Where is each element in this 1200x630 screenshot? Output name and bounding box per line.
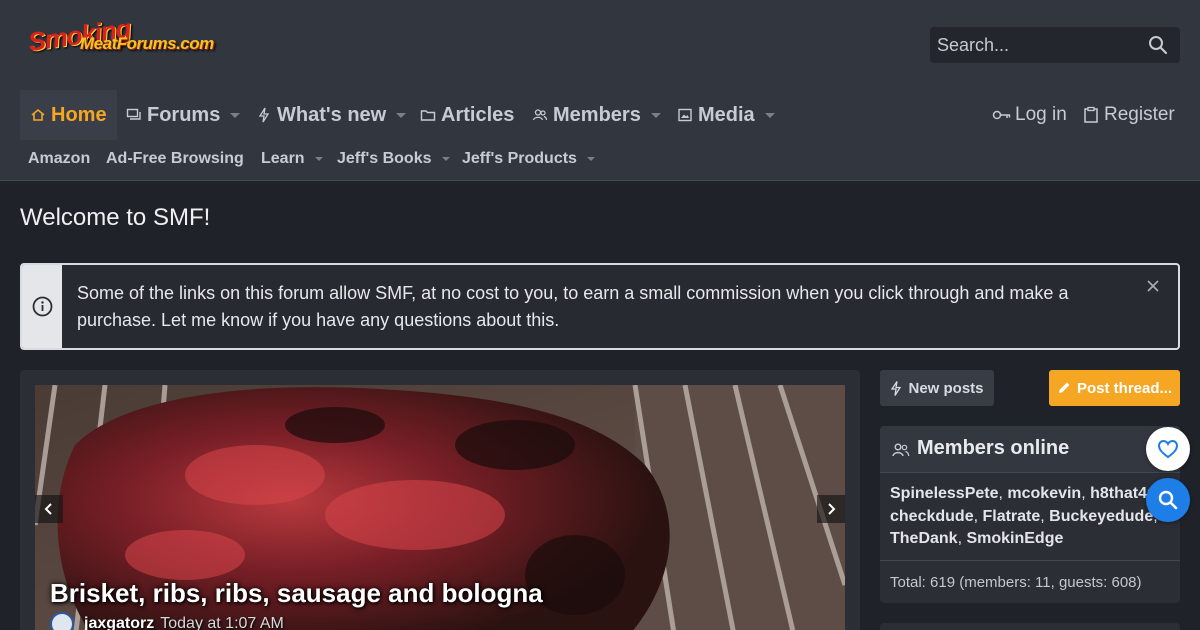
chevron-right-icon [828, 503, 836, 515]
nav-members-label: Members [553, 103, 641, 126]
sub-nav: Amazon Ad-Free Browsing Learn Jeff's Boo… [0, 140, 1200, 181]
chevron-down-icon[interactable] [650, 112, 661, 118]
chevron-down-icon[interactable] [586, 157, 595, 161]
members-online-total: Total: 619 (members: 11, guests: 608) [880, 560, 1180, 603]
members-icon [892, 443, 910, 457]
featured-slider: Brisket, ribs, ribs, sausage and bologna… [20, 370, 860, 630]
slide-meta: jaxgatorz Today at 1:07 AM [50, 612, 284, 630]
register-link[interactable]: Register [1083, 90, 1175, 140]
main-nav: Home Forums What's new Articles Members … [0, 90, 1200, 140]
subnav-adfree[interactable]: Ad-Free Browsing [106, 150, 244, 168]
subnav-amazon[interactable]: Amazon [28, 150, 90, 168]
nav-home-label: Home [51, 103, 107, 126]
logo-text-meatforums: MeatForums.com [80, 34, 214, 53]
nav-media-label: Media [698, 103, 755, 126]
nav-home[interactable]: Home [20, 90, 117, 140]
search-placeholder: Search... [937, 35, 1010, 55]
subnav-learn-label: Learn [261, 150, 305, 167]
subnav-amazon-label: Amazon [28, 150, 91, 167]
favorite-button[interactable] [1146, 427, 1190, 471]
slide-time: Today at 1:07 AM [160, 615, 284, 630]
members-icon [532, 109, 548, 121]
search-input[interactable]: Search... [930, 27, 1180, 63]
login-label: Log in [1015, 104, 1067, 125]
subnav-adfree-label: Ad-Free Browsing [106, 150, 244, 167]
member-link[interactable]: SpinelessPete [890, 485, 999, 502]
member-link[interactable]: mcokevin [1007, 485, 1081, 502]
floating-search-button[interactable] [1146, 478, 1190, 522]
search-icon[interactable] [1148, 35, 1168, 55]
new-posts-button[interactable]: New posts [880, 370, 994, 406]
notice-text: Some of the links on this forum allow SM… [77, 283, 1069, 330]
chevron-down-icon[interactable] [230, 112, 241, 118]
media-icon [678, 108, 692, 122]
members-online-block: Members online SpinelessPete, mcokevin, … [880, 426, 1180, 603]
key-icon [992, 110, 1011, 120]
page-title: Welcome to SMF! [20, 204, 211, 231]
slider-prev-button[interactable] [35, 495, 63, 523]
articles-icon [420, 110, 436, 121]
slide-author[interactable]: jaxgatorz [84, 615, 154, 630]
chevron-down-icon[interactable] [441, 157, 450, 161]
close-icon[interactable] [1146, 279, 1160, 293]
heart-icon [1157, 439, 1179, 459]
chevron-down-icon[interactable] [314, 157, 323, 161]
nav-media[interactable]: Media [677, 90, 775, 140]
nav-forums[interactable]: Forums [126, 90, 241, 140]
member-link[interactable]: TheDank [890, 530, 958, 547]
subnav-books[interactable]: Jeff's Books [337, 150, 450, 168]
avatar[interactable] [50, 612, 74, 630]
subnav-books-label: Jeff's Books [337, 150, 432, 167]
chevron-left-icon [44, 503, 52, 515]
forums-icon [126, 108, 141, 120]
chevron-down-icon[interactable] [764, 112, 775, 118]
bolt-icon [258, 107, 270, 123]
member-link[interactable]: Flatrate [982, 508, 1040, 525]
featured-slide[interactable]: Brisket, ribs, ribs, sausage and bologna… [35, 385, 845, 630]
subnav-products[interactable]: Jeff's Products [462, 150, 595, 168]
member-link[interactable]: Buckeyedude [1049, 508, 1153, 525]
members-online-list: SpinelessPete, mcokevin, h8that4u, check… [890, 485, 1161, 547]
subnav-products-label: Jeff's Products [462, 150, 577, 167]
member-link[interactable]: SmokinEdge [966, 530, 1063, 547]
nav-members[interactable]: Members [532, 90, 661, 140]
subnav-learn[interactable]: Learn [261, 150, 323, 168]
new-posts-label: New posts [908, 379, 984, 397]
info-icon [32, 296, 53, 317]
bolt-icon [891, 380, 902, 396]
pencil-icon [1058, 382, 1070, 393]
nav-whats-new-label: What's new [277, 103, 387, 126]
nav-articles-label: Articles [441, 103, 515, 126]
nav-whats-new[interactable]: What's new [256, 90, 407, 140]
nav-articles[interactable]: Articles [420, 90, 514, 140]
nav-forums-label: Forums [147, 103, 221, 126]
slide-title[interactable]: Brisket, ribs, ribs, sausage and bologna [50, 578, 543, 609]
site-logo[interactable]: Smoking MeatForums.com [26, 13, 226, 62]
sidebar-next-block [880, 623, 1180, 630]
member-link[interactable]: checkdude [890, 508, 974, 525]
register-label: Register [1104, 104, 1175, 125]
search-icon [1158, 490, 1178, 510]
home-icon [31, 108, 45, 121]
members-online-header: Members online [880, 426, 1180, 473]
members-online-title[interactable]: Members online [917, 437, 1069, 460]
site-header: Smoking MeatForums.com Search... [0, 0, 1200, 90]
slider-next-button[interactable] [817, 495, 845, 523]
clipboard-icon [1084, 106, 1098, 123]
post-thread-button[interactable]: Post thread... [1049, 370, 1180, 406]
chevron-down-icon[interactable] [396, 112, 407, 118]
notice-banner: Some of the links on this forum allow SM… [20, 263, 1180, 350]
login-link[interactable]: Log in [992, 90, 1067, 140]
post-thread-label: Post thread... [1076, 379, 1173, 397]
